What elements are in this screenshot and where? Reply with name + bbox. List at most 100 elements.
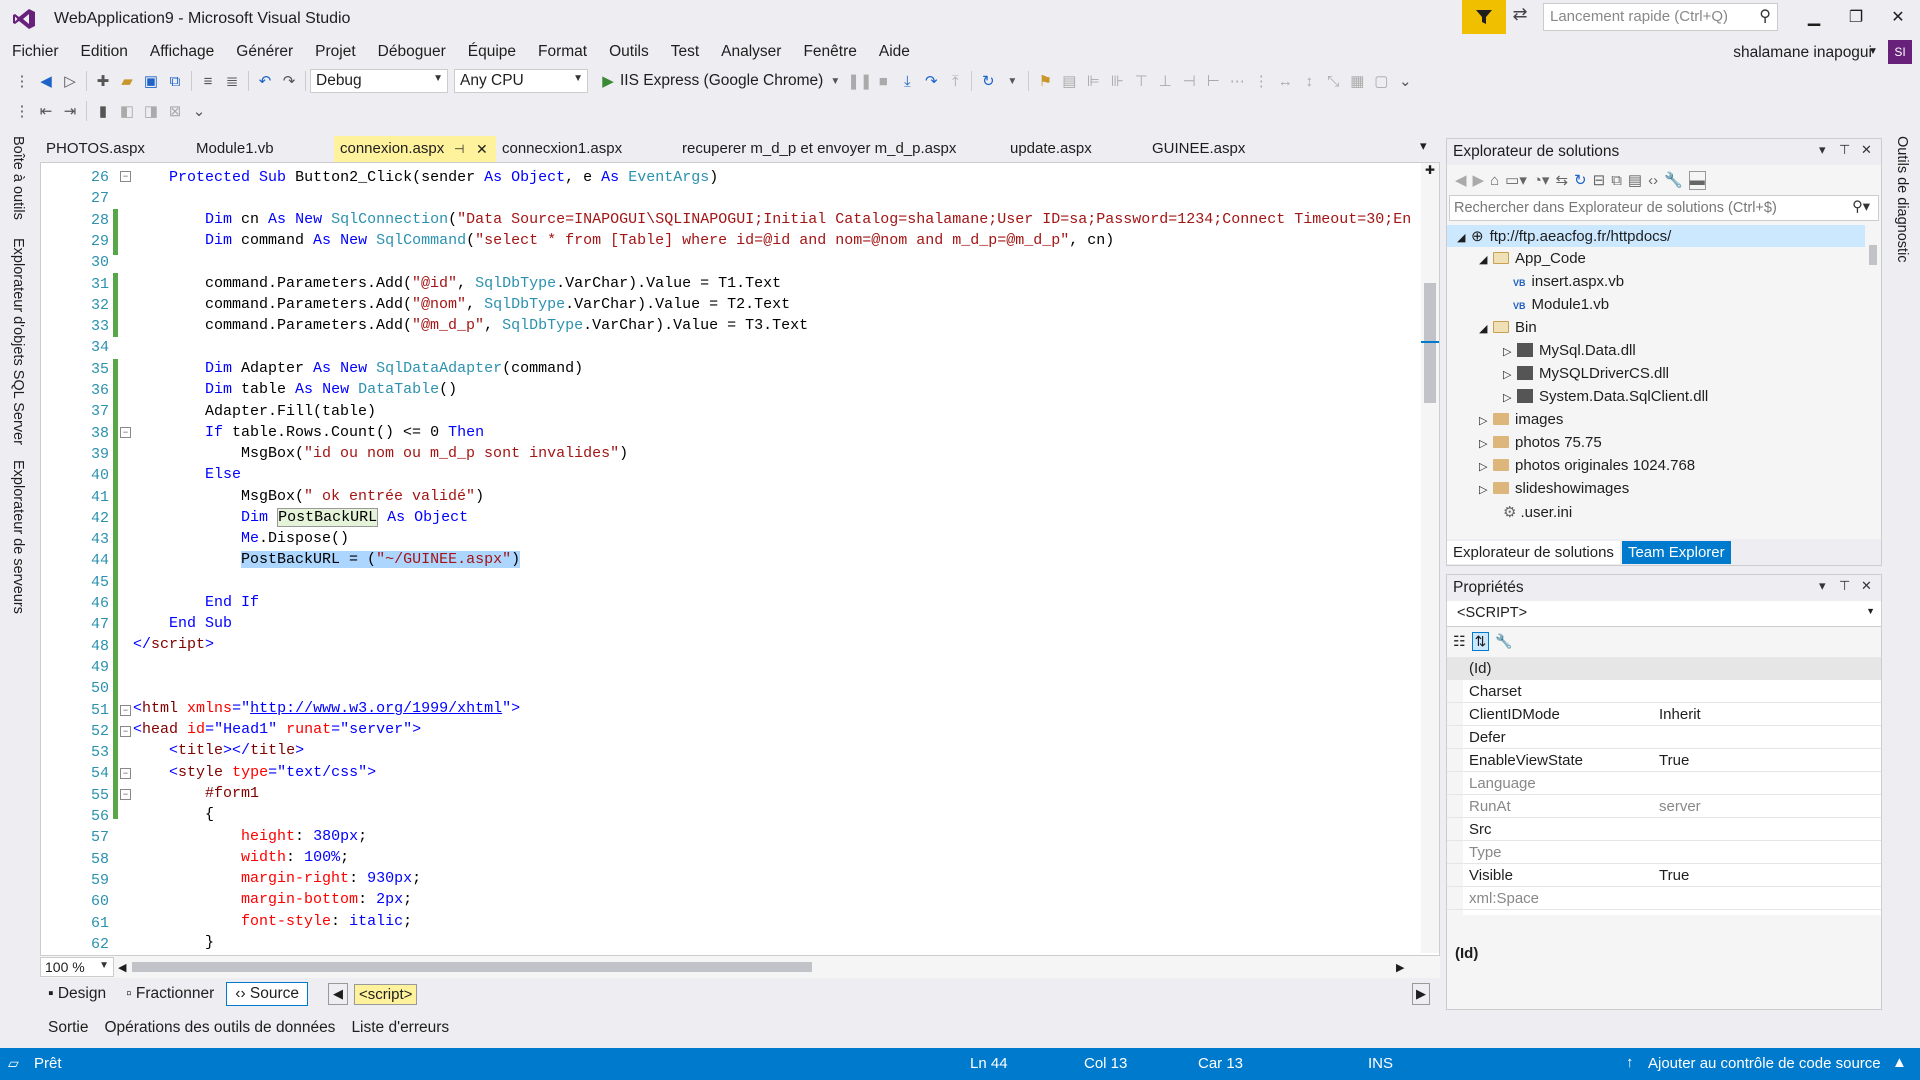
platform-select[interactable]: Any CPU ▼ [454, 69, 588, 93]
menu-generer[interactable]: Générer [225, 38, 304, 66]
back-icon[interactable]: ◀ [34, 72, 58, 90]
split-view-button[interactable]: ▫ Fractionner [118, 983, 222, 1005]
save-icon[interactable]: ▣ [139, 72, 163, 90]
property-row[interactable]: Charset [1447, 680, 1881, 703]
property-value[interactable]: True [1659, 752, 1689, 769]
same-size-icon[interactable]: ⤡ [1321, 73, 1345, 90]
redo-icon[interactable]: ↷ [277, 72, 301, 90]
property-row[interactable]: Language [1447, 772, 1881, 795]
collapsed-icon[interactable]: ▷ [1479, 483, 1493, 496]
solution-search-input[interactable]: Rechercher dans Explorateur de solutions… [1449, 195, 1879, 221]
tree-node-images[interactable]: ▷ images [1479, 411, 1563, 428]
property-row[interactable]: Src [1447, 818, 1881, 841]
categorized-icon[interactable]: ☷ [1453, 633, 1466, 650]
tree-node-slideshowimages[interactable]: ▷ slideshowimages [1479, 480, 1629, 497]
tree-node-module1-vb[interactable]: VB Module1.vb [1513, 296, 1609, 313]
tab-error-list[interactable]: Liste d'erreurs [343, 1014, 457, 1042]
tab-update[interactable]: update.aspx [1004, 136, 1098, 162]
menu-analyser[interactable]: Analyser [710, 38, 792, 66]
space-vertical-icon[interactable]: ⋮ [1249, 72, 1273, 90]
refresh-icon[interactable]: ↻ [1574, 171, 1587, 189]
menu-test[interactable]: Test [660, 38, 710, 66]
avatar[interactable]: SI [1888, 40, 1912, 64]
collapse-icon[interactable]: − [120, 726, 131, 737]
tree-node-bin[interactable]: ◢ Bin [1479, 319, 1537, 336]
comment-icon[interactable]: ≡ [196, 73, 220, 90]
menu-affichage[interactable]: Affichage [139, 38, 225, 66]
tab-data-tools[interactable]: Opérations des outils de données [97, 1014, 344, 1042]
refresh-icon[interactable]: ↻ [976, 72, 1000, 90]
menu-fichier[interactable]: Fichier [0, 38, 70, 66]
bookmark-icon[interactable]: ▮ [91, 102, 115, 120]
menu-fenetre[interactable]: Fenêtre [792, 38, 867, 66]
pin-icon[interactable]: ⊤ [1839, 578, 1850, 594]
hscroll-thumb[interactable] [132, 962, 813, 972]
scrollbar-thumb[interactable] [1424, 283, 1436, 403]
chevron-down-icon[interactable]: ▼ [823, 76, 847, 87]
stop-icon[interactable]: ■ [871, 73, 895, 90]
home-icon[interactable]: ⌂ [1490, 172, 1499, 189]
object-select[interactable]: <SCRIPT> ▼ [1447, 601, 1881, 627]
tab-connexion[interactable]: connexion.aspx ⊣ ✕ [334, 136, 496, 162]
tab-recuperer[interactable]: recuperer m_d_p et envoyer m_d_p.aspx [676, 136, 962, 162]
property-row[interactable]: EnableViewState True [1447, 749, 1881, 772]
tree-node-mysql-data[interactable]: ▷ MySql.Data.dll [1503, 342, 1636, 359]
feedback-icon[interactable]: ⇄ [1508, 4, 1532, 32]
grid-icon[interactable]: ▦ [1345, 72, 1369, 90]
format-icon[interactable]: ▤ [1057, 72, 1081, 90]
collapse-icon[interactable]: − [120, 171, 131, 182]
property-row[interactable]: xml:Space [1447, 887, 1881, 910]
diagnostic-tools-tab[interactable]: Outils de diagnostic [1894, 136, 1910, 263]
expanded-icon[interactable]: ◢ [1479, 322, 1493, 335]
tree-scrollbar[interactable] [1865, 223, 1881, 533]
menu-equipe[interactable]: Équipe [457, 38, 527, 66]
breadcrumb-back-icon[interactable]: ◀ [328, 983, 349, 1005]
collapsed-icon[interactable]: ▷ [1503, 345, 1517, 358]
menu-deboguer[interactable]: Déboguer [367, 38, 457, 66]
tree-node-photos-75[interactable]: ▷ photos 75.75 [1479, 434, 1602, 451]
property-row[interactable]: (Id) [1447, 657, 1881, 680]
sql-server-object-explorer-tab[interactable]: Explorateur d'objets SQL Server [10, 238, 26, 445]
tab-overflow-icon[interactable]: ▾ [1420, 138, 1427, 154]
same-height-icon[interactable]: ↕ [1297, 73, 1321, 90]
show-all-files-icon[interactable]: ▤ [1628, 171, 1642, 189]
pending-changes-icon[interactable]: ▭▾ [1505, 171, 1527, 189]
pin-icon[interactable]: ⊤ [1839, 142, 1850, 158]
space-horizontal-icon[interactable]: ⋯ [1225, 72, 1249, 90]
prev-bookmark-icon[interactable]: ◧ [115, 102, 139, 120]
collapse-icon[interactable]: − [120, 427, 131, 438]
tree-node-photos-originales[interactable]: ▷ photos originales 1024.768 [1479, 457, 1695, 474]
expanded-icon[interactable]: ◢ [1479, 253, 1493, 266]
collapse-all-icon[interactable]: ⊟ [1593, 171, 1606, 189]
close-icon[interactable]: ✕ [1861, 578, 1872, 594]
alphabetical-icon[interactable]: ⇅ [1471, 631, 1490, 651]
tab-team-explorer[interactable]: Team Explorer [1621, 540, 1731, 564]
find-icon[interactable]: ⚑ [1033, 72, 1057, 90]
collapse-icon[interactable]: − [120, 768, 131, 779]
collapsed-icon[interactable]: ▷ [1503, 368, 1517, 381]
tree-node-app-code[interactable]: ◢ App_Code [1479, 250, 1586, 267]
vertical-scrollbar[interactable]: ✚ [1421, 163, 1439, 953]
menu-edition[interactable]: Edition [70, 38, 139, 66]
collapse-icon[interactable]: − [120, 705, 131, 716]
minimize-button[interactable]: ▁ [1794, 4, 1834, 32]
quick-launch-input[interactable]: Lancement rapide (Ctrl+Q) ⚲ [1543, 3, 1778, 31]
filter-icon[interactable] [1462, 0, 1506, 34]
step-over-icon[interactable]: ↷ [919, 72, 943, 90]
tab-output[interactable]: Sortie [40, 1014, 97, 1042]
center-horizontal-icon[interactable]: ⊢ [1201, 72, 1225, 90]
menu-format[interactable]: Format [527, 38, 598, 66]
tree-node-user-ini[interactable]: ⚙ .user.ini [1503, 503, 1572, 521]
start-debug-icon[interactable]: ▶ [596, 72, 620, 90]
notification-icon[interactable]: ▲ [1892, 1054, 1907, 1071]
run-target-button[interactable]: IIS Express (Google Chrome) [620, 72, 823, 90]
menu-projet[interactable]: Projet [304, 38, 367, 66]
panel-menu-icon[interactable]: ▾ [1819, 578, 1826, 594]
configuration-select[interactable]: Debug ▼ [310, 69, 448, 93]
property-pages-icon[interactable]: 🔧 [1495, 633, 1512, 650]
property-value[interactable]: True [1659, 867, 1689, 884]
align-center-icon[interactable]: ⊪ [1105, 72, 1129, 90]
toolbar-overflow-icon[interactable]: ⌄ [187, 102, 211, 120]
collapsed-icon[interactable]: ▷ [1503, 391, 1517, 404]
property-row[interactable]: Visible True [1447, 864, 1881, 887]
